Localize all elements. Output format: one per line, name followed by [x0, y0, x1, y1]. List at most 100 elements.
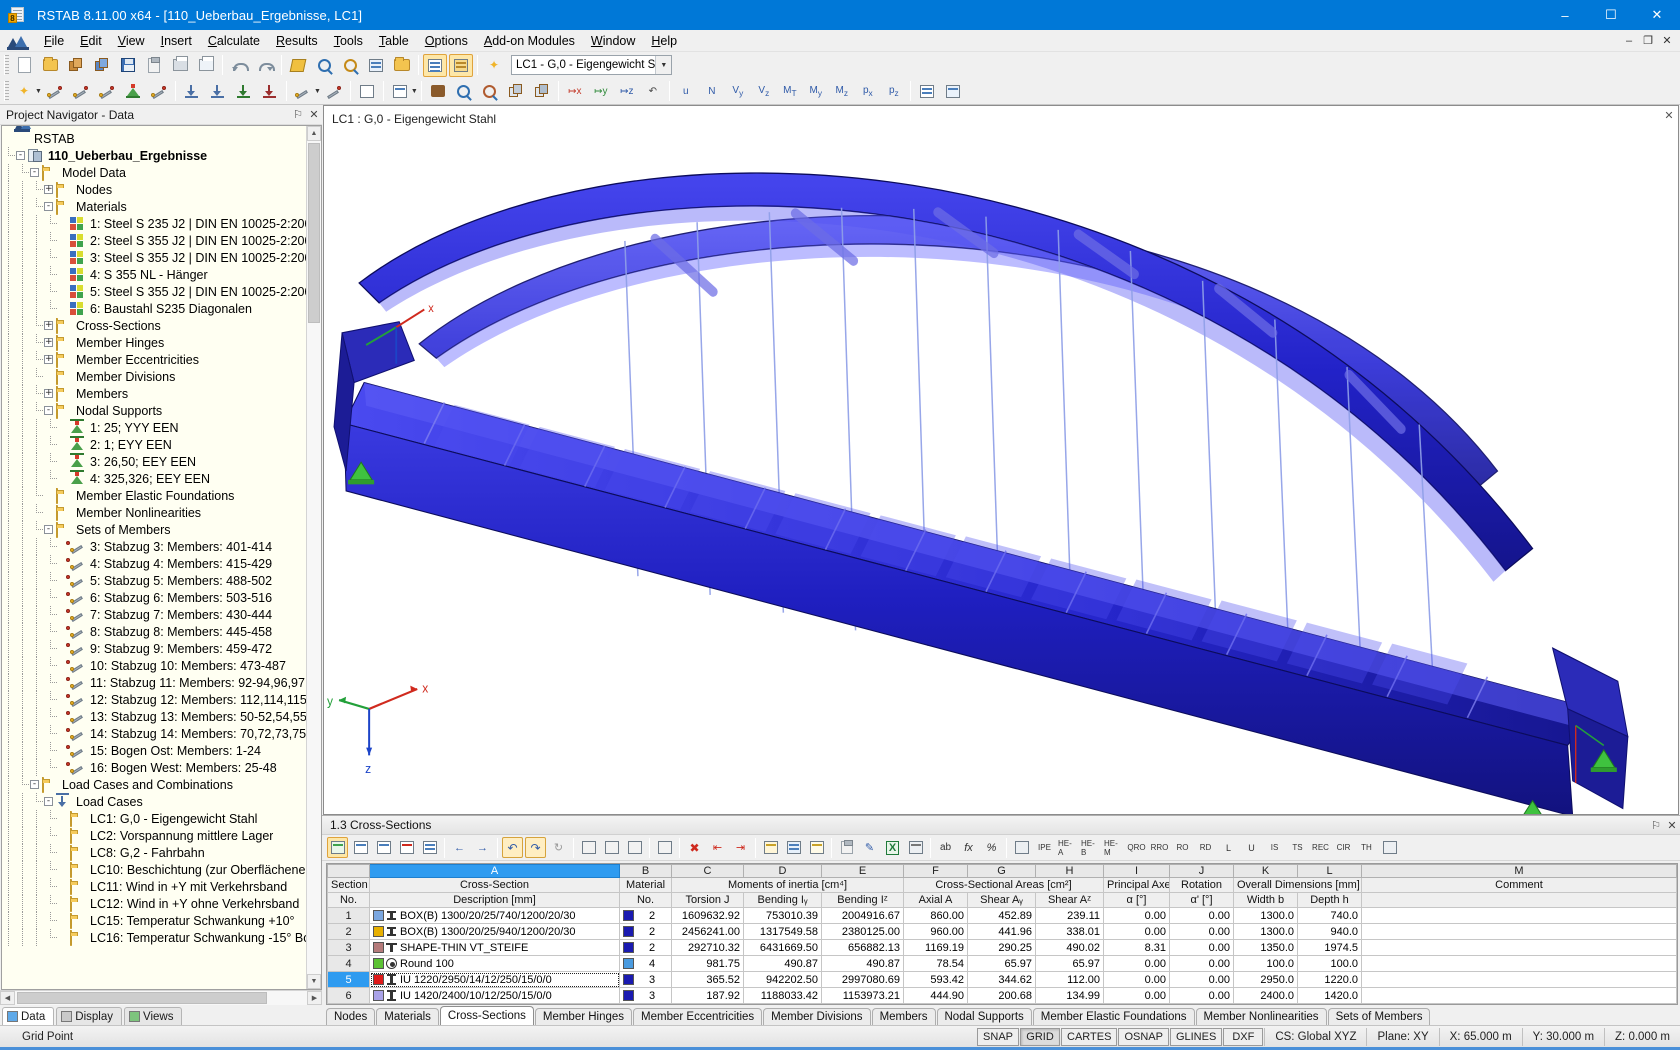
- hscroll-thumb[interactable]: [17, 992, 267, 1004]
- table-tab-member-eccentricities[interactable]: Member Eccentricities: [633, 1008, 763, 1025]
- torsion-j-cell[interactable]: 292710.32: [671, 939, 744, 956]
- menu-item-view[interactable]: View: [110, 30, 153, 52]
- column-header-F[interactable]: F: [903, 864, 968, 878]
- new-set-of-members-button[interactable]: [69, 80, 93, 103]
- shear-az-cell[interactable]: 490.02: [1035, 939, 1104, 956]
- axial-area-cell[interactable]: 960.00: [903, 923, 968, 940]
- material-no-cell[interactable]: 3: [619, 971, 672, 988]
- column-header-G[interactable]: G: [967, 864, 1036, 878]
- comment-cell[interactable]: [1361, 939, 1677, 956]
- collapse-toggle-icon[interactable]: -: [44, 406, 53, 415]
- table-tab-member-elastic-foundations[interactable]: Member Elastic Foundations: [1032, 1008, 1195, 1025]
- scroll-down-button[interactable]: ▼: [307, 974, 321, 989]
- scroll-up-button[interactable]: ▲: [307, 126, 321, 141]
- support-px-button[interactable]: px: [856, 80, 880, 103]
- view-free-button[interactable]: ↶: [641, 80, 665, 103]
- width-b-cell[interactable]: 1300.0: [1233, 907, 1298, 924]
- tree-item[interactable]: LC8: G,2 - Fahrbahn: [2, 844, 306, 861]
- isometric-view-button[interactable]: [504, 80, 528, 103]
- moment-mz-button[interactable]: Mz: [830, 80, 854, 103]
- cross-section-description-cell[interactable]: Round 100: [369, 955, 620, 972]
- table-pin-button[interactable]: ⚐: [1648, 819, 1664, 832]
- new-hinge-button[interactable]: [147, 80, 171, 103]
- column-header-E[interactable]: E: [821, 864, 904, 878]
- menu-item-tools[interactable]: Tools: [326, 30, 371, 52]
- depth-h-cell[interactable]: 1974.5: [1297, 939, 1362, 956]
- tree-item[interactable]: 1: Steel S 235 J2 | DIN EN 10025-2:2004-…: [2, 215, 306, 232]
- column-header-B[interactable]: B: [619, 864, 672, 878]
- tree-item[interactable]: 10: Stabzug 10: Members: 473-487: [2, 657, 306, 674]
- section-ipe-button[interactable]: IPE: [1034, 837, 1055, 858]
- render-model-button[interactable]: [286, 54, 310, 77]
- cross-section-description-cell[interactable]: IU 1420/2400/10/12/250/15/0/0: [369, 987, 620, 1004]
- toolbar-grip-2[interactable]: [4, 81, 9, 101]
- shear-vz-button[interactable]: Vz: [752, 80, 776, 103]
- collapse-toggle-icon[interactable]: -: [44, 202, 53, 211]
- model-viewport[interactable]: LC1 : G,0 - Eigengewicht Stahl ✕ x x y z: [323, 105, 1679, 815]
- status-plane[interactable]: Plane: XY: [1366, 1027, 1438, 1046]
- comment-cell[interactable]: [1361, 955, 1677, 972]
- collapse-toggle-icon[interactable]: -: [30, 780, 39, 789]
- depth-h-cell[interactable]: 1220.0: [1297, 971, 1362, 988]
- section-th-button[interactable]: TH: [1356, 837, 1377, 858]
- comment-cell[interactable]: [1361, 987, 1677, 1004]
- status-toggle-dxf[interactable]: DXF: [1223, 1027, 1264, 1046]
- previous-table-button[interactable]: ←: [449, 837, 470, 858]
- text-format-button[interactable]: ab: [935, 837, 956, 858]
- bending-iz-cell[interactable]: 490.87: [821, 955, 904, 972]
- redo-button[interactable]: [253, 54, 277, 77]
- column-header-J[interactable]: J: [1169, 864, 1234, 878]
- collapse-toggle-icon[interactable]: -: [16, 151, 25, 160]
- expand-toggle-icon[interactable]: +: [44, 321, 53, 330]
- collapse-toggle-icon[interactable]: -: [44, 525, 53, 534]
- cross-section-description-cell[interactable]: IU 1220/2950/14/12/250/15/0/0: [369, 971, 620, 988]
- section-library-button[interactable]: [1011, 837, 1032, 858]
- table-row[interactable]: 5 IU 1220/2950/14/12/250/15/0/0 3 365.52 942…: [327, 971, 1677, 988]
- table-tab-sets-of-members[interactable]: Sets of Members: [1327, 1008, 1431, 1025]
- save-model-button[interactable]: [90, 54, 114, 77]
- tree-item[interactable]: 6: Baustahl S235 Diagonalen: [2, 300, 306, 317]
- mdi-maximize-button[interactable]: ❐: [1639, 32, 1657, 49]
- status-coordinate-system[interactable]: CS: Global XYZ: [1264, 1027, 1366, 1046]
- comment-cell[interactable]: [1361, 971, 1677, 988]
- scroll-track[interactable]: [307, 141, 321, 974]
- add-view-button[interactable]: [364, 54, 388, 77]
- torsion-j-cell[interactable]: 981.75: [671, 955, 744, 972]
- open-model-button[interactable]: [64, 54, 88, 77]
- toggle-table-button[interactable]: [423, 53, 447, 77]
- tree-item[interactable]: - Model Data: [2, 164, 306, 181]
- printout-button[interactable]: [836, 837, 857, 858]
- table-row[interactable]: 4 Round 100 4 981.75 490.87 490.87 78.54 65.97 6…: [327, 955, 1677, 972]
- bending-iy-cell[interactable]: 942202.50: [743, 971, 822, 988]
- cross-section-description-cell[interactable]: BOX(B) 1300/20/25/940/1200/20/30: [369, 923, 620, 940]
- tree-item[interactable]: + Cross-Sections: [2, 317, 306, 334]
- section-u-button[interactable]: U: [1241, 837, 1262, 858]
- tree-item[interactable]: LC2: Vorspannung mittlere Lager: [2, 827, 306, 844]
- tree-item[interactable]: 1: 25; YYY EEN: [2, 418, 306, 436]
- next-table-button[interactable]: →: [472, 837, 493, 858]
- imperfection-button[interactable]: [232, 80, 256, 103]
- rotation-alpha-prime-cell[interactable]: 0.00: [1169, 923, 1234, 940]
- row-number-cell[interactable]: 4: [327, 955, 370, 972]
- new-load-case-button[interactable]: ✦: [482, 54, 506, 77]
- table-row[interactable]: 3 SHAPE-THIN VT_STEIFE 2 292710.32 6431669.5…: [327, 939, 1677, 956]
- tree-item[interactable]: Member Divisions: [2, 368, 306, 385]
- bending-iz-cell[interactable]: 2380125.00: [821, 923, 904, 940]
- tree-item[interactable]: 3: Stabzug 3: Members: 401-414: [2, 538, 306, 555]
- print-table-button[interactable]: ✎: [859, 837, 880, 858]
- table-tab-member-nonlinearities[interactable]: Member Nonlinearities: [1195, 1008, 1327, 1025]
- tree-item[interactable]: 13: Stabzug 13: Members: 50-52,54,55,57,: [2, 708, 306, 725]
- rotation-alpha-prime-cell[interactable]: 0.00: [1169, 955, 1234, 972]
- column-header-H[interactable]: H: [1035, 864, 1104, 878]
- bending-iy-cell[interactable]: 753010.39: [743, 907, 822, 924]
- status-toggle-snap[interactable]: SNAP: [977, 1027, 1020, 1046]
- duplicate-row-button[interactable]: [624, 837, 645, 858]
- principal-axes-alpha-cell[interactable]: 0.00: [1103, 987, 1170, 1004]
- tree-item[interactable]: 4: S 355 NL - Hänger: [2, 266, 306, 283]
- section-hea-button[interactable]: HE-A: [1057, 837, 1078, 858]
- tree-item[interactable]: LC15: Temperatur Schwankung +10°: [2, 912, 306, 929]
- nodal-load-button[interactable]: [180, 80, 204, 103]
- tree-item[interactable]: 2: 1; EYY EEN: [2, 435, 306, 453]
- zoom-out-button[interactable]: [478, 80, 502, 103]
- axial-area-cell[interactable]: 593.42: [903, 971, 968, 988]
